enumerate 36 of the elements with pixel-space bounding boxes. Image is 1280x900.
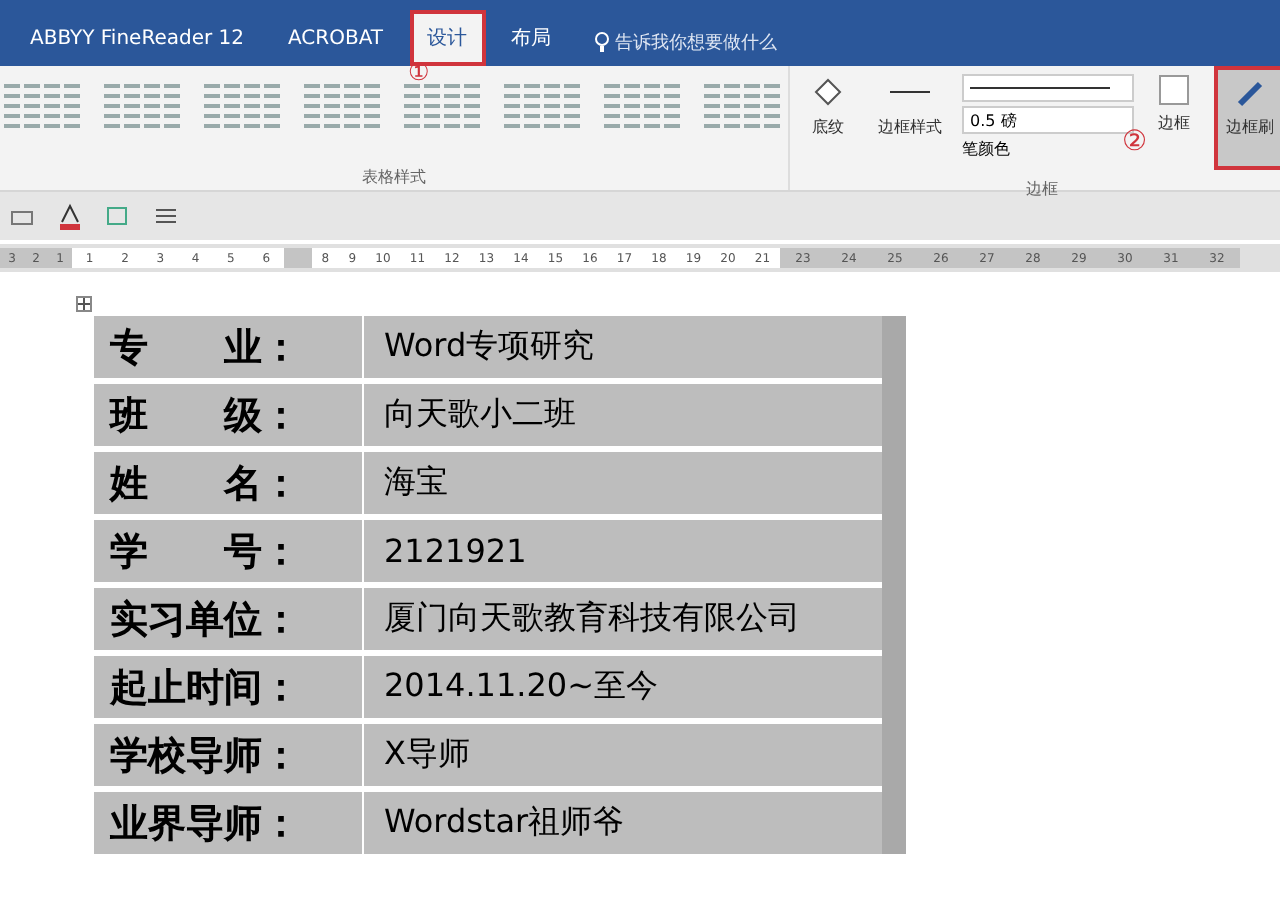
- shape-icon[interactable]: [104, 202, 132, 230]
- lightbulb-icon: [593, 32, 609, 52]
- table-cell: Wordstar祖师爷: [364, 792, 882, 854]
- brush-icon: [1234, 78, 1266, 110]
- table-cell: 学 号：: [94, 520, 364, 582]
- shading-label[interactable]: 底纹: [812, 116, 844, 138]
- table-cell: 2014.11.20~至今: [364, 656, 882, 718]
- table-cell: 厦门向天歌教育科技有限公司: [364, 588, 882, 650]
- group-label: 表格样式: [362, 166, 426, 188]
- tell-me-field[interactable]: 告诉我你想要做什么: [593, 18, 777, 66]
- ribbon-tab[interactable]: 布局: [493, 10, 569, 66]
- table-cell: Word专项研究: [364, 316, 882, 378]
- table-cell: 2121921: [364, 520, 882, 582]
- table-cell: 实习单位：: [94, 588, 364, 650]
- table-cell: 业界导师：: [94, 792, 364, 854]
- table-cell: 班 级：: [94, 384, 364, 446]
- table-cell: 姓 名：: [94, 452, 364, 514]
- table-cell: 向天歌小二班: [364, 384, 882, 446]
- ribbon-tab[interactable]: ACROBAT: [270, 10, 401, 66]
- table-move-handle-icon[interactable]: [76, 296, 92, 312]
- table-cell: 学校导师：: [94, 724, 364, 786]
- table-cell: 海宝: [364, 452, 882, 514]
- border-painter-button[interactable]: 边框刷: [1214, 66, 1280, 170]
- line-style-dropdown[interactable]: [962, 74, 1134, 102]
- font-color-icon[interactable]: [56, 202, 84, 230]
- table-cell: X导师: [364, 724, 882, 786]
- group-label: 边框: [1026, 178, 1058, 200]
- borders-label[interactable]: 边框: [1158, 112, 1190, 134]
- border-styles-label[interactable]: 边框样式: [878, 116, 942, 138]
- borders-icon[interactable]: [1158, 74, 1190, 106]
- table-cell: 专 业：: [94, 316, 364, 378]
- table-cell: 起止时间：: [94, 656, 364, 718]
- line-sample-icon: [970, 84, 1110, 92]
- ruler-margin: [284, 248, 312, 268]
- ribbon-tab[interactable]: 设计: [409, 10, 485, 66]
- ribbon-tab[interactable]: ABBYY FineReader 12: [12, 10, 262, 66]
